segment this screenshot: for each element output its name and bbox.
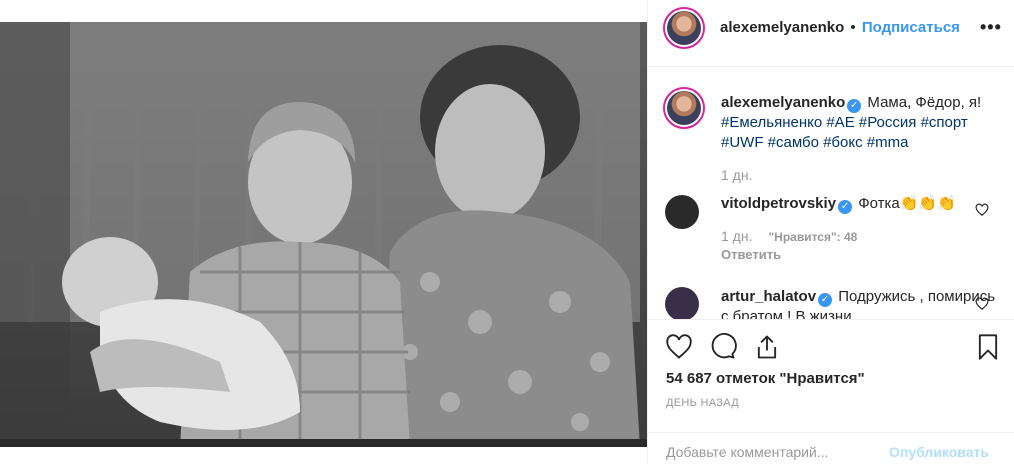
comment-username[interactable]: artur_halatov	[721, 288, 816, 305]
comment-text-block: artur_halatov ✓ Подружись , помирись с бр…	[721, 287, 1001, 319]
post-date[interactable]: ДЕНЬ НАЗАД	[666, 397, 739, 409]
like-comment-icon[interactable]	[975, 297, 989, 311]
comments-list[interactable]: alexemelyanenko ✓ Мама, Фёдор, я! #Емелья…	[648, 67, 1014, 319]
more-options-icon[interactable]: •••	[980, 17, 1002, 38]
verified-icon: ✓	[818, 293, 833, 307]
post-side-panel: alexemelyanenko • Подписаться ••• alexem…	[647, 0, 1014, 464]
caption-time[interactable]: 1 дн.	[721, 167, 752, 183]
caption-hashtags[interactable]: #Емельяненко #AE #Россия #спорт #UWF #са…	[721, 114, 968, 151]
verified-icon: ✓	[847, 99, 862, 113]
comment-meta: 1 дн. "Нравится": 48	[721, 228, 857, 244]
comment-input[interactable]: Добавьте комментарий...	[666, 444, 828, 460]
comment-text: Фотка👏👏👏	[858, 195, 956, 212]
post-header: alexemelyanenko • Подписаться •••	[648, 0, 1014, 67]
header-separator: •	[850, 19, 856, 36]
comment-avatar[interactable]	[665, 195, 699, 229]
comment-icon[interactable]	[709, 333, 737, 361]
heart-icon[interactable]	[665, 333, 693, 361]
caption-text-block: alexemelyanenko ✓ Мама, Фёдор, я! #Емелья…	[721, 93, 1001, 152]
caption-avatar[interactable]	[663, 87, 705, 129]
instagram-post: alexemelyanenko • Подписаться ••• alexem…	[0, 0, 1014, 464]
bookmark-icon[interactable]	[974, 333, 1002, 361]
comment-username[interactable]: vitoldpetrovskiy	[721, 195, 836, 212]
caption-username[interactable]: alexemelyanenko	[721, 94, 845, 111]
like-comment-icon[interactable]	[975, 203, 989, 217]
comment-avatar[interactable]	[665, 287, 699, 319]
follow-button[interactable]: Подписаться	[862, 19, 960, 36]
post-photo[interactable]	[0, 22, 647, 447]
share-icon[interactable]	[753, 333, 781, 361]
reply-button[interactable]: Ответить	[721, 247, 781, 262]
header-username[interactable]: alexemelyanenko	[720, 19, 844, 36]
comment-text-block: vitoldpetrovskiy ✓ Фотка👏👏👏	[721, 194, 1001, 214]
photo-area	[0, 0, 647, 464]
post-actions: 54 687 отметок "Нравится" ДЕНЬ НАЗАД Доб…	[648, 319, 1014, 460]
comment-time[interactable]: 1 дн.	[721, 228, 752, 244]
publish-button[interactable]: Опубликовать	[889, 444, 989, 460]
caption-text: Мама, Фёдор, я!	[867, 94, 982, 111]
comment-likes[interactable]: "Нравится": 48	[768, 230, 857, 244]
likes-count[interactable]: 54 687 отметок "Нравится"	[666, 370, 865, 387]
verified-icon: ✓	[838, 200, 853, 214]
header-line: alexemelyanenko • Подписаться	[720, 19, 960, 36]
avatar[interactable]	[663, 7, 705, 49]
